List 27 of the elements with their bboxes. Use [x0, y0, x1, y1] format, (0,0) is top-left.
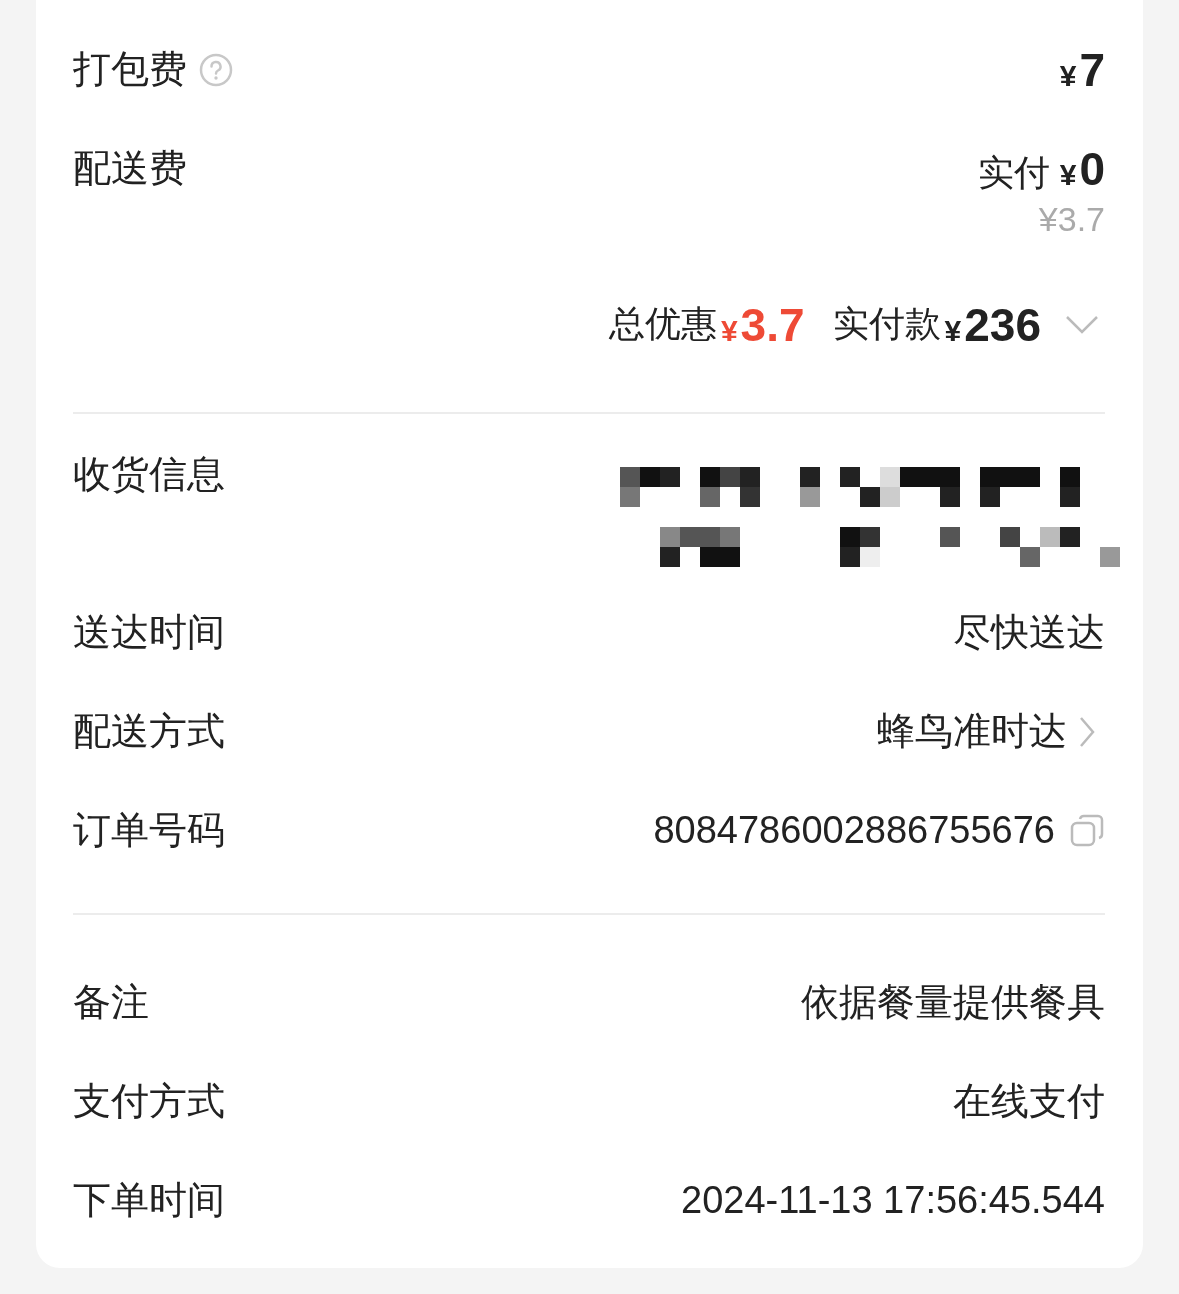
fee-amount: ¥7	[1059, 42, 1105, 97]
detail-value: 2024-11-13 17:56:45.544	[681, 1179, 1105, 1222]
detail-value: 在线支付	[953, 1079, 1105, 1124]
discount-amount: ¥3.7	[720, 297, 805, 352]
total-label: 实付款	[832, 302, 941, 346]
chevron-right-icon[interactable]	[1079, 715, 1095, 748]
detail-label: 送达时间	[73, 610, 225, 655]
paid-label: 实付	[977, 151, 1050, 195]
copy-icon[interactable]	[1069, 812, 1105, 849]
fee-label: 打包费	[73, 47, 187, 92]
help-icon[interactable]	[199, 52, 233, 87]
discount-label: 总优惠	[608, 302, 717, 346]
fee-amount: ¥0	[1059, 146, 1105, 197]
total-amount: ¥236	[944, 297, 1041, 352]
detail-label: 支付方式	[73, 1079, 225, 1124]
detail-label: 备注	[73, 980, 149, 1025]
fee-label: 配送费	[73, 146, 187, 191]
original-price: ¥3.7	[1038, 199, 1105, 240]
detail-label: 下单时间	[73, 1178, 225, 1223]
order-number: 8084786002886755676	[653, 809, 1055, 852]
chevron-down-icon[interactable]	[1065, 314, 1099, 335]
delivery-method-link[interactable]: 蜂鸟准时达	[877, 706, 1067, 757]
detail-value: 依据餐量提供餐具	[801, 980, 1105, 1025]
detail-label: 收货信息	[73, 452, 225, 497]
detail-label: 配送方式	[73, 709, 225, 754]
detail-value: 尽快送达	[953, 610, 1105, 655]
detail-label: 订单号码	[73, 808, 225, 853]
